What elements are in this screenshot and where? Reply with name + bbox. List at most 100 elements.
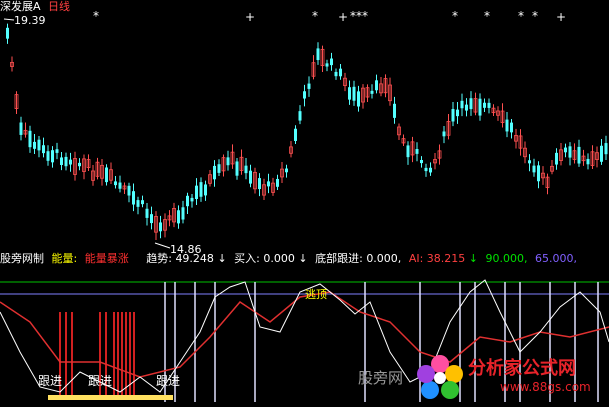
candle [221, 154, 226, 177]
candle [82, 154, 86, 180]
candle [23, 122, 28, 138]
candle [217, 159, 221, 177]
candle [564, 143, 567, 158]
candle [572, 143, 577, 164]
star-marker: * [518, 9, 524, 23]
candle [451, 102, 455, 127]
candle [195, 178, 198, 206]
follow-label-3: 跟进 [156, 374, 181, 388]
candle [473, 92, 478, 116]
trend-label: 趋势: [146, 252, 172, 265]
candle [230, 144, 235, 169]
level-90-value: 90.000, [485, 252, 528, 265]
candle [78, 158, 81, 171]
candle [334, 68, 338, 80]
candle [424, 163, 428, 177]
candle [186, 192, 189, 214]
cross-marker: + [556, 10, 566, 24]
candle [73, 151, 77, 181]
candle [420, 156, 423, 168]
candle [460, 93, 464, 117]
candle [190, 193, 194, 208]
candle [289, 141, 293, 158]
level-65-value: 65.000, [535, 252, 578, 265]
candle [325, 59, 329, 72]
buy-value: 0.000 [263, 252, 295, 265]
candle [28, 125, 32, 153]
period-label: 日线 [48, 0, 71, 13]
candle [415, 142, 419, 162]
candle [145, 203, 149, 226]
candle [280, 162, 284, 184]
candle [514, 128, 518, 149]
candle [60, 151, 63, 171]
indicator-panel[interactable]: 股旁网制 能量: 能量暴涨 趋势: 49.248 ↓ 买入: 0.000 ↓ 底… [0, 252, 609, 407]
candle [14, 91, 19, 115]
candle [167, 210, 172, 227]
candle [330, 52, 333, 71]
candle [177, 205, 180, 229]
candle [298, 105, 302, 125]
candle [352, 80, 356, 106]
candle [483, 98, 486, 113]
candle [208, 170, 212, 187]
candle [46, 145, 50, 166]
candle [595, 146, 599, 168]
candle [213, 160, 216, 187]
ai-value: 38.215 [426, 252, 466, 265]
star-marker: * [484, 9, 490, 23]
candle [253, 167, 257, 194]
candle [487, 98, 491, 114]
candle [181, 200, 185, 224]
candle [262, 178, 266, 201]
candle [581, 149, 586, 166]
candle [150, 206, 153, 230]
candle [141, 195, 144, 208]
candle [388, 77, 392, 106]
candle [545, 173, 550, 195]
candle [469, 91, 473, 116]
stock-name: 深发展A [0, 0, 41, 13]
candle [311, 55, 316, 80]
candle [446, 113, 451, 140]
candle [496, 106, 500, 121]
star-marker: * [362, 9, 368, 23]
candle [357, 85, 360, 112]
candle [406, 141, 410, 165]
candle [528, 154, 531, 172]
star-marker: * [312, 9, 318, 23]
candle [379, 77, 383, 97]
candle [410, 136, 415, 163]
candle [478, 93, 482, 121]
candle [37, 135, 41, 158]
candlestick-chart[interactable]: * * * * * * * * *+ + + [0, 0, 609, 250]
candle [465, 98, 468, 117]
candle [401, 134, 406, 146]
candle [10, 56, 14, 72]
candle [51, 146, 54, 168]
candle [249, 164, 252, 188]
star-marker: * [452, 9, 458, 23]
candle [19, 116, 23, 141]
trend-value: 49.248 [175, 252, 214, 265]
candle [586, 153, 590, 170]
low-leader-line [154, 242, 171, 249]
candle [154, 211, 158, 241]
energy-label: 能量: [51, 252, 78, 265]
candle [568, 142, 572, 166]
candle [510, 118, 513, 139]
price-chart-panel[interactable]: * * * * * * * * * + + + 深发展A 日线 19.39 14.86 [0, 0, 609, 256]
indicator-name: 股旁网制 [0, 252, 44, 265]
candle [491, 104, 496, 116]
candle [604, 135, 608, 161]
candle [6, 23, 9, 44]
candle [100, 159, 104, 186]
candle [383, 74, 388, 98]
candle [55, 142, 59, 160]
candle [303, 84, 306, 107]
candle [339, 64, 342, 80]
candle [258, 173, 261, 197]
candle [343, 72, 347, 92]
follow-label-1: 跟进 [38, 374, 63, 388]
candle [127, 182, 131, 203]
